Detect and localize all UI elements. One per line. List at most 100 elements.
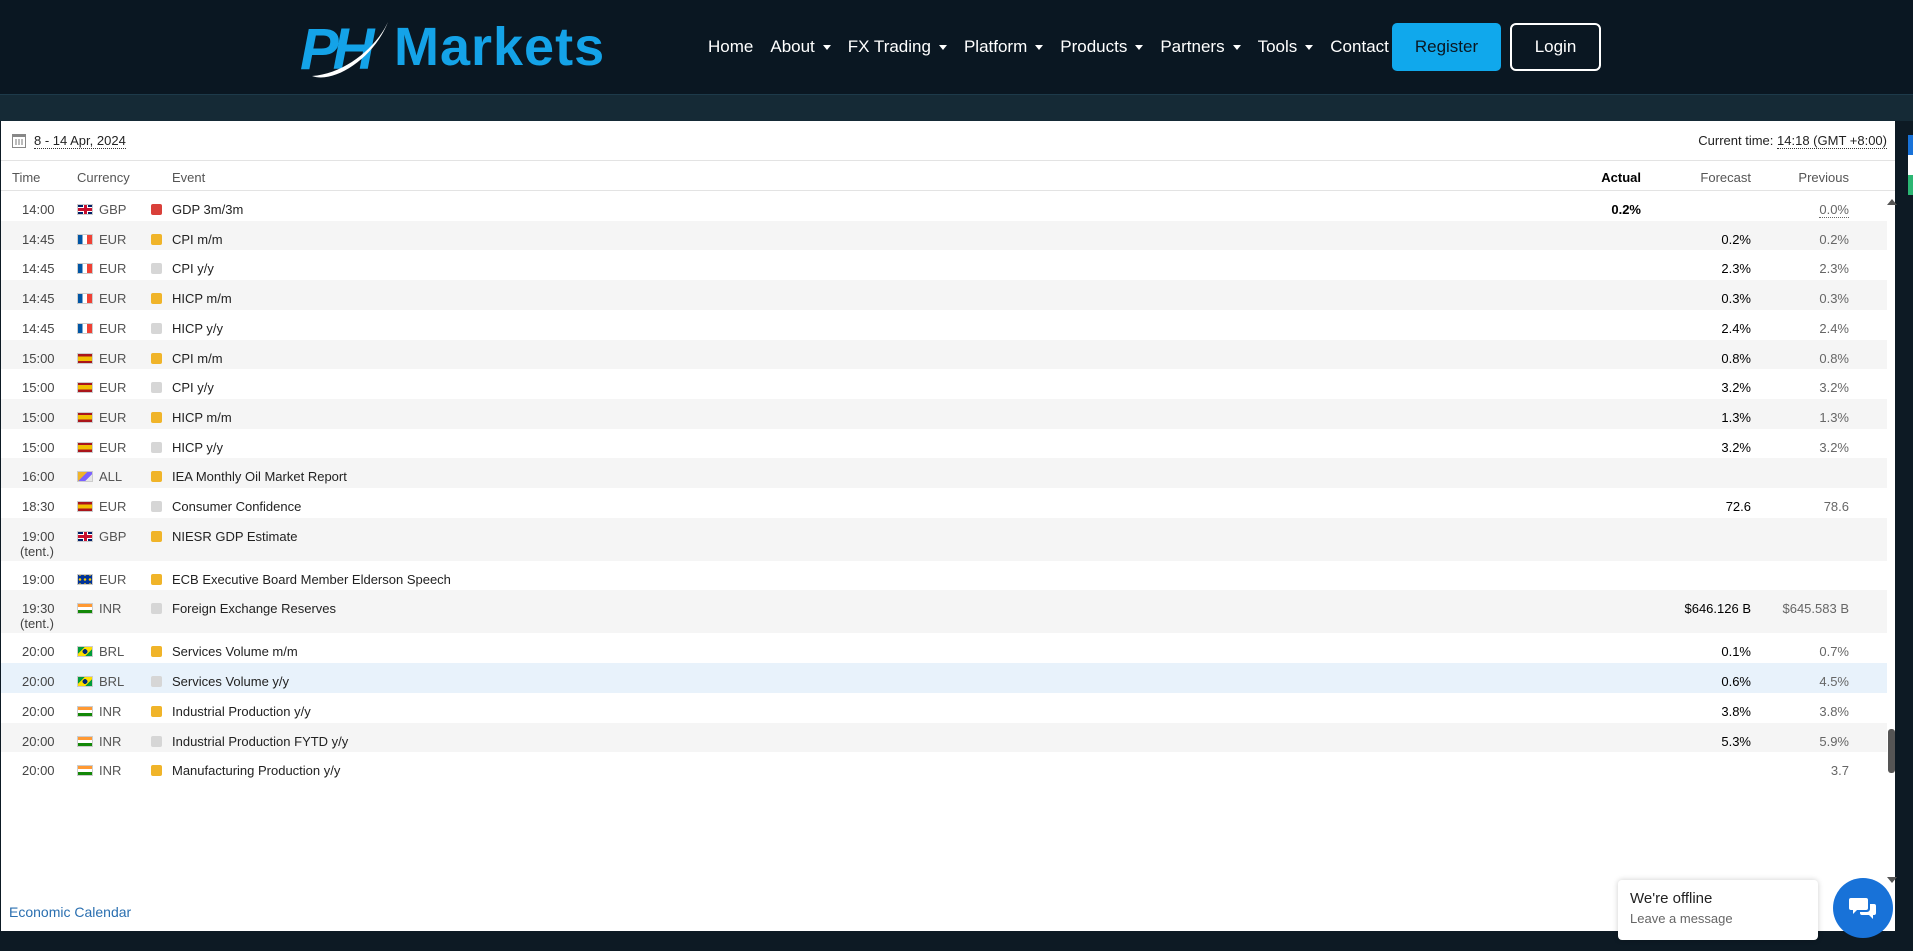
- row-event[interactable]: Services Volume y/y: [172, 674, 289, 689]
- row-previous: 2.3%: [1761, 261, 1849, 276]
- row-time-value: 14:45: [22, 261, 55, 277]
- row-time: 14:45: [22, 321, 55, 336]
- row-previous-value[interactable]: 0.0%: [1819, 202, 1849, 218]
- nav-products[interactable]: Products: [1060, 37, 1144, 57]
- row-event[interactable]: CPI m/m: [172, 232, 223, 247]
- importance-medium-icon: [151, 411, 162, 423]
- table-row[interactable]: 14:00 GBP GDP 3m/3m 0.2% 0.0%: [1, 191, 1887, 221]
- row-time: 14:45: [22, 291, 55, 306]
- table-row[interactable]: 20:00 INR Manufacturing Production y/y 3.7: [1, 752, 1887, 782]
- row-event[interactable]: HICP y/y: [172, 440, 223, 455]
- row-event[interactable]: ECB Executive Board Member Elderson Spee…: [172, 572, 451, 587]
- row-currency-code: INR: [99, 763, 122, 779]
- row-time: 19:00 (tent.): [20, 529, 55, 559]
- row-currency-code: EUR: [99, 409, 127, 425]
- table-row[interactable]: 14:45 EUR HICP m/m 0.3% 0.3%: [1, 280, 1887, 310]
- scrollbar-thumb[interactable]: [1888, 729, 1895, 773]
- row-event[interactable]: GDP 3m/3m: [172, 202, 243, 217]
- scroll-down-arrow-icon[interactable]: [1887, 877, 1897, 883]
- flag-es-icon: [77, 441, 93, 453]
- importance-low-icon: [151, 322, 162, 334]
- nav-about[interactable]: About: [770, 37, 831, 57]
- row-event[interactable]: IEA Monthly Oil Market Report: [172, 469, 347, 484]
- importance-low-icon: [151, 441, 162, 453]
- row-event[interactable]: HICP m/m: [172, 291, 232, 306]
- table-row[interactable]: 18:30 EUR Consumer Confidence 72.6 78.6: [1, 488, 1887, 518]
- chevron-down-icon: [1035, 44, 1044, 50]
- date-range-picker[interactable]: 8 - 14 Apr, 2024: [12, 133, 126, 149]
- row-event[interactable]: Industrial Production FYTD y/y: [172, 734, 348, 749]
- table-row[interactable]: 15:00 EUR CPI m/m 0.8% 0.8%: [1, 339, 1887, 370]
- row-currency-code: EUR: [99, 291, 127, 307]
- table-row[interactable]: 16:00 ALL IEA Monthly Oil Market Report: [1, 458, 1887, 488]
- economic-calendar-widget: 8 - 14 Apr, 2024 Current time: 14:18 (GM…: [1, 121, 1897, 931]
- table-row[interactable]: 14:45 EUR HICP y/y 2.4% 2.4%: [1, 310, 1887, 340]
- row-event[interactable]: NIESR GDP Estimate: [172, 529, 297, 544]
- row-previous-value: 1.3%: [1819, 409, 1849, 425]
- table-row[interactable]: 20:00 INR Industrial Production y/y 3.8% 3.8…: [1, 693, 1887, 723]
- row-time-tentative: (tent.): [20, 543, 54, 559]
- row-previous-value: 0.8%: [1819, 350, 1849, 366]
- importance-low-icon: [151, 603, 162, 615]
- row-time-tentative: (tent.): [20, 616, 54, 632]
- row-previous: 3.2%: [1761, 380, 1849, 395]
- site-logo[interactable]: PH Markets: [300, 12, 605, 82]
- table-row[interactable]: 14:45 EUR CPI m/m 0.2% 0.2%: [1, 220, 1887, 251]
- nav-partners[interactable]: Partners: [1160, 37, 1241, 57]
- nav-home[interactable]: Home: [708, 37, 753, 57]
- table-row[interactable]: 14:45 EUR CPI y/y 2.3% 2.3%: [1, 250, 1887, 280]
- row-time-value: 20:00: [22, 703, 55, 719]
- row-time: 20:00: [22, 704, 55, 719]
- table-row[interactable]: 20:00 INR Industrial Production FYTD y/y 5.…: [1, 722, 1887, 753]
- row-event[interactable]: Services Volume m/m: [172, 644, 298, 659]
- economic-calendar-link[interactable]: Economic Calendar: [9, 904, 131, 920]
- row-previous-value: 3.8%: [1819, 703, 1849, 719]
- row-event[interactable]: CPI y/y: [172, 261, 214, 276]
- row-currency-code: EUR: [99, 231, 127, 247]
- nav-tools[interactable]: Tools: [1258, 37, 1314, 57]
- row-event[interactable]: CPI m/m: [172, 351, 223, 366]
- row-currency-code: EUR: [99, 499, 127, 514]
- nav-platform[interactable]: Platform: [964, 37, 1044, 57]
- row-time: 19:00: [22, 572, 55, 587]
- nav-fx-trading-label: FX Trading: [847, 37, 931, 56]
- table-row[interactable]: 20:00 BRL Services Volume m/m 0.1% 0.7%: [1, 633, 1887, 663]
- table-row[interactable]: 15:00 EUR HICP m/m 1.3% 1.3%: [1, 398, 1887, 429]
- row-time: 20:00: [22, 644, 55, 659]
- chat-title: We're offline: [1630, 890, 1713, 907]
- row-forecast: 3.8%: [1721, 703, 1751, 719]
- current-time-value[interactable]: 14:18 (GMT +8:00): [1777, 133, 1887, 149]
- table-row[interactable]: 15:00 EUR CPI y/y 3.2% 3.2%: [1, 369, 1887, 399]
- row-event[interactable]: HICP y/y: [172, 321, 223, 336]
- table-row[interactable]: 15:00 EUR HICP y/y 3.2% 3.2%: [1, 429, 1887, 459]
- importance-low-icon: [151, 263, 162, 275]
- table-row[interactable]: 19:00 (tent.) GBP NIESR GDP Estimate: [1, 517, 1887, 561]
- row-event[interactable]: CPI y/y: [172, 380, 214, 395]
- flag-eu-icon: [77, 573, 93, 585]
- row-event[interactable]: Consumer Confidence: [172, 499, 301, 514]
- row-actual: 0.2%: [1611, 202, 1641, 217]
- table-row[interactable]: 19:30 (tent.) INR Foreign Exchange Reserves…: [1, 590, 1887, 634]
- importance-medium-icon: [151, 233, 162, 245]
- row-currency: INR: [77, 704, 121, 719]
- table-row[interactable]: 20:00 BRL Services Volume y/y 0.6% 4.5%: [1, 663, 1887, 693]
- row-time: 18:30: [22, 499, 55, 514]
- nav-fx-trading[interactable]: FX Trading: [848, 37, 947, 57]
- login-button[interactable]: Login: [1510, 23, 1601, 71]
- nav-tools-label: Tools: [1257, 37, 1298, 56]
- row-event[interactable]: Manufacturing Production y/y: [172, 763, 340, 778]
- nav-contact[interactable]: Contact: [1330, 37, 1389, 57]
- row-event[interactable]: Industrial Production y/y: [172, 704, 311, 719]
- row-previous: 3.7: [1761, 763, 1849, 778]
- calendar-scrollbar[interactable]: [1887, 191, 1897, 892]
- flag-in-icon: [77, 603, 93, 615]
- chat-launcher-button[interactable]: [1833, 878, 1893, 938]
- row-currency: EUR: [77, 232, 126, 247]
- row-forecast: 3.2%: [1721, 439, 1751, 455]
- row-event[interactable]: Foreign Exchange Reserves: [172, 601, 336, 616]
- row-event[interactable]: HICP m/m: [172, 410, 232, 425]
- scroll-up-arrow-icon[interactable]: [1887, 199, 1897, 205]
- register-button[interactable]: Register: [1392, 23, 1501, 71]
- chat-offline-bubble[interactable]: We're offline Leave a message: [1618, 880, 1818, 940]
- table-row[interactable]: 19:00 EUR ECB Executive Board Member Elder…: [1, 561, 1887, 591]
